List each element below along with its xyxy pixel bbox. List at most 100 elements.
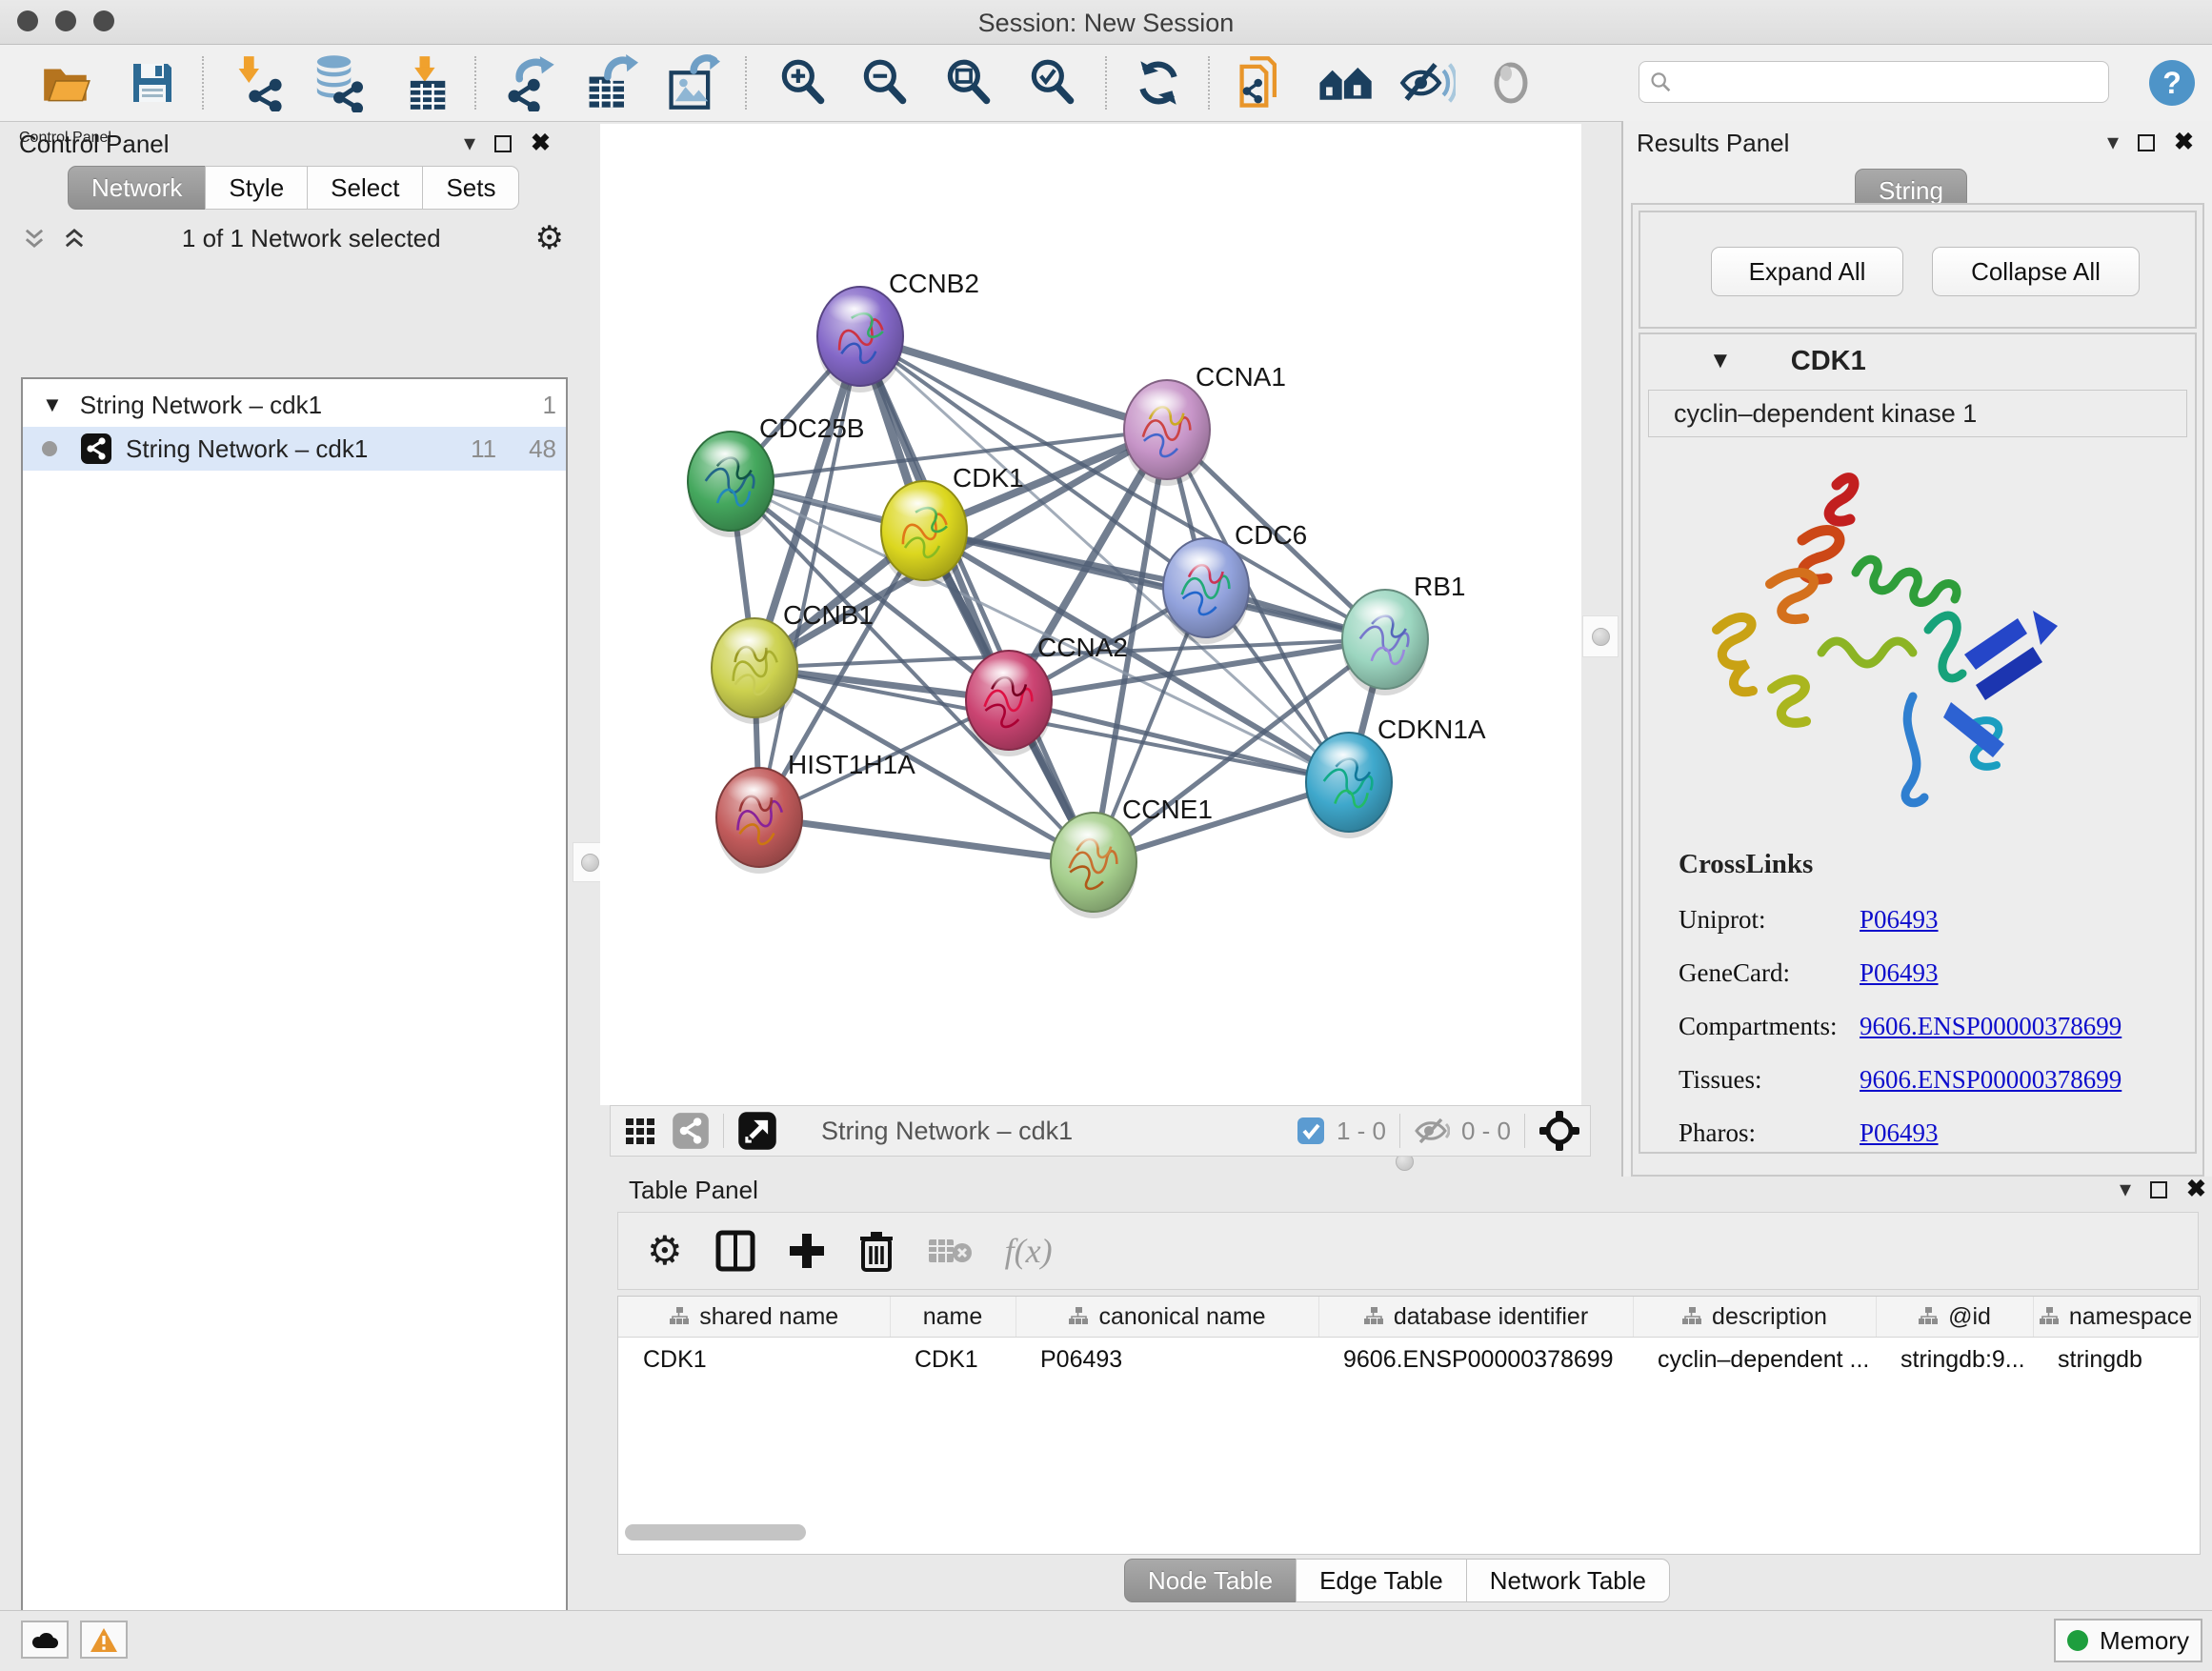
collection-expander-icon[interactable]: ▼	[42, 393, 63, 417]
zoom-selected-icon[interactable]	[1021, 52, 1082, 113]
fit-selected-crosshair-icon[interactable]	[1538, 1110, 1580, 1152]
open-in-window-icon[interactable]	[737, 1111, 777, 1151]
right-splitter-handle[interactable]	[1582, 615, 1619, 657]
selected-checkbox-icon[interactable]	[1297, 1117, 1325, 1145]
tab-network[interactable]: Network	[68, 166, 206, 210]
search-field[interactable]	[1639, 61, 2109, 103]
cloud-button[interactable]	[21, 1621, 69, 1659]
grid-view-icon[interactable]	[624, 1115, 656, 1147]
panel-float-icon[interactable]	[2138, 134, 2155, 151]
panel-collapse-icon[interactable]: ▾	[2107, 131, 2119, 154]
collapse-all-button[interactable]: Collapse All	[1932, 247, 2140, 296]
zoom-in-icon[interactable]	[772, 52, 833, 113]
panel-collapse-icon[interactable]: ▾	[464, 132, 475, 155]
crosslink-label: GeneCard:	[1679, 958, 1860, 988]
expand-all-button[interactable]: Expand All	[1711, 247, 1903, 296]
cell-description[interactable]: cyclin–dependent ...	[1633, 1338, 1876, 1382]
tab-edge-table[interactable]: Edge Table	[1296, 1559, 1467, 1602]
crosslink-pharos[interactable]: P06493	[1860, 1118, 1939, 1148]
help-icon[interactable]: ?	[2142, 52, 2202, 113]
tab-sets[interactable]: Sets	[422, 166, 519, 210]
import-table-icon[interactable]	[396, 52, 457, 113]
panel-close-icon[interactable]: ✖	[531, 131, 551, 155]
birds-eye-icon[interactable]	[672, 1112, 710, 1150]
network-graph[interactable]: CCNB2CCNA1CDC25BCDK1CDC6RB1CCNB1CCNA2CDK…	[600, 124, 1581, 1105]
crosslink-uniprot[interactable]: P06493	[1860, 905, 1939, 935]
panel-float-icon[interactable]	[2150, 1181, 2167, 1198]
hide-selected-icon[interactable]	[1397, 52, 1458, 113]
expand-all-icon[interactable]	[61, 225, 88, 252]
cell-id[interactable]: stringdb:9...	[1876, 1338, 2033, 1382]
network-node-CDKN1A[interactable]: CDKN1A	[1306, 715, 1486, 838]
column-header[interactable]: @id	[1876, 1297, 2033, 1338]
network-node-RB1[interactable]: RB1	[1342, 572, 1465, 695]
tab-network-table[interactable]: Network Table	[1466, 1559, 1670, 1602]
network-edge-count: 48	[529, 434, 556, 464]
tab-select[interactable]: Select	[307, 166, 423, 210]
import-network-icon[interactable]	[229, 52, 290, 113]
clone-network-icon[interactable]	[1232, 52, 1293, 113]
export-network-icon[interactable]	[499, 52, 560, 113]
delete-column-icon[interactable]	[858, 1230, 895, 1272]
panel-float-icon[interactable]	[494, 135, 512, 152]
node-label-RB1: RB1	[1414, 572, 1465, 601]
panel-close-icon[interactable]: ✖	[2174, 131, 2194, 154]
network-canvas[interactable]: CCNB2CCNA1CDC25BCDK1CDC6RB1CCNB1CCNA2CDK…	[600, 124, 1581, 1105]
column-header[interactable]: canonical name	[1016, 1297, 1318, 1338]
panel-close-icon[interactable]: ✖	[2186, 1178, 2206, 1201]
network-node-CCNB2[interactable]: CCNB2	[817, 269, 979, 393]
crosslink-genecard[interactable]: P06493	[1860, 958, 1939, 988]
clear-table-icon[interactable]	[927, 1234, 973, 1268]
network-row-selected[interactable]: String Network – cdk1 11 48	[23, 427, 566, 471]
column-header[interactable]: namespace	[2033, 1297, 2198, 1338]
section-expander-icon[interactable]: ▼	[1709, 348, 1732, 374]
zoom-fit-icon[interactable]	[937, 52, 998, 113]
import-database-icon[interactable]	[308, 52, 369, 113]
network-collection-row[interactable]: ▼ String Network – cdk1 1	[23, 379, 566, 427]
node-label-CCNB2: CCNB2	[889, 269, 979, 298]
statusbar-divider	[1524, 1114, 1525, 1148]
node-label-CDC25B: CDC25B	[759, 413, 864, 443]
memory-button[interactable]: Memory	[2054, 1619, 2202, 1662]
refresh-icon[interactable]	[1128, 52, 1189, 113]
network-node-CCNE1[interactable]: CCNE1	[1051, 795, 1213, 918]
toolbar-separator	[1208, 56, 1210, 110]
node-table[interactable]: shared name name canonical name database…	[617, 1296, 2201, 1555]
cdk1-section-header[interactable]: ▼ CDK1	[1640, 334, 2195, 388]
search-input[interactable]	[1672, 68, 2099, 96]
tab-style[interactable]: Style	[205, 166, 308, 210]
show-all-icon[interactable]	[1480, 52, 1541, 113]
network-node-HIST1H1A[interactable]: HIST1H1A	[716, 750, 915, 874]
save-session-icon[interactable]	[122, 52, 183, 113]
tab-node-table[interactable]: Node Table	[1124, 1559, 1297, 1602]
crosslinks-title: CrossLinks	[1679, 849, 2174, 880]
first-neighbors-icon[interactable]	[1315, 52, 1376, 113]
column-header[interactable]: name	[890, 1297, 1016, 1338]
expand-collapse-box: Expand All Collapse All	[1639, 211, 2197, 329]
warnings-button[interactable]	[80, 1621, 128, 1659]
column-header[interactable]: description	[1633, 1297, 1876, 1338]
collapse-all-icon[interactable]	[21, 225, 48, 252]
table-settings-gear-icon[interactable]: ⚙	[647, 1231, 683, 1271]
column-header[interactable]: shared name	[618, 1297, 890, 1338]
column-header[interactable]: database identifier	[1318, 1297, 1633, 1338]
crosslink-compartments[interactable]: 9606.ENSP00000378699	[1860, 1012, 2122, 1041]
crosslink-tissues[interactable]: 9606.ENSP00000378699	[1860, 1065, 2122, 1095]
cell-name[interactable]: CDK1	[890, 1338, 1016, 1382]
open-session-icon[interactable]	[36, 52, 97, 113]
table-horizontal-scrollbar[interactable]	[625, 1524, 806, 1540]
cell-namespace[interactable]: stringdb	[2033, 1338, 2198, 1382]
network-options-gear-icon[interactable]: ⚙	[535, 222, 564, 254]
create-column-icon[interactable]	[788, 1232, 826, 1270]
zoom-out-icon[interactable]	[854, 52, 915, 113]
cell-canonical-name[interactable]: P06493	[1016, 1338, 1318, 1382]
panel-collapse-icon[interactable]: ▾	[2120, 1178, 2131, 1201]
export-table-icon[interactable]	[579, 52, 640, 113]
show-columns-icon[interactable]	[715, 1230, 755, 1272]
export-image-icon[interactable]	[661, 52, 722, 113]
cell-shared-name[interactable]: CDK1	[618, 1338, 890, 1382]
function-builder-icon[interactable]: f(x)	[1005, 1231, 1053, 1271]
control-panel: Control Panel Control Panel ▾ ✖ Network …	[0, 122, 589, 1608]
cell-database-identifier[interactable]: 9606.ENSP00000378699	[1318, 1338, 1633, 1382]
table-row[interactable]: CDK1 CDK1 P06493 9606.ENSP00000378699 cy…	[618, 1338, 2198, 1382]
